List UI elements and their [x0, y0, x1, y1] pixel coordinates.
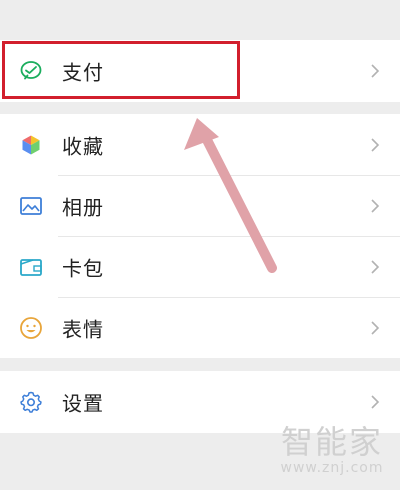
chevron-right-icon [370, 137, 380, 153]
favorites-cube-icon [18, 132, 44, 158]
features-group: 收藏 相册 卡包 表情 [0, 114, 400, 358]
chevron-right-icon [370, 259, 380, 275]
menu-item-stickers[interactable]: 表情 [0, 297, 400, 358]
watermark: 智能家 www.znj.com [276, 424, 388, 476]
menu-item-settings-label: 设置 [62, 391, 104, 415]
menu-item-cards[interactable]: 卡包 [0, 236, 400, 297]
menu-item-favorites-label: 收藏 [62, 134, 104, 158]
menu-item-cards-label: 卡包 [62, 256, 104, 280]
me-page: 支付 收藏 相册 卡包 表情 设置 智能家 www.znj.com [0, 0, 400, 490]
watermark-logo: 智能家 [280, 423, 383, 461]
album-picture-icon [18, 193, 44, 219]
chevron-right-icon [370, 63, 380, 79]
settings-gear-icon [18, 389, 44, 415]
chevron-right-icon [370, 394, 380, 410]
card-wallet-icon [18, 254, 44, 280]
menu-item-stickers-label: 表情 [62, 317, 104, 341]
menu-item-album[interactable]: 相册 [0, 175, 400, 236]
chevron-right-icon [370, 320, 380, 336]
sticker-smile-icon [18, 315, 44, 341]
highlight-box [2, 41, 240, 99]
menu-item-favorites[interactable]: 收藏 [0, 114, 400, 175]
watermark-url: www.znj.com [280, 460, 384, 476]
menu-item-album-label: 相册 [62, 195, 104, 219]
chevron-right-icon [370, 198, 380, 214]
